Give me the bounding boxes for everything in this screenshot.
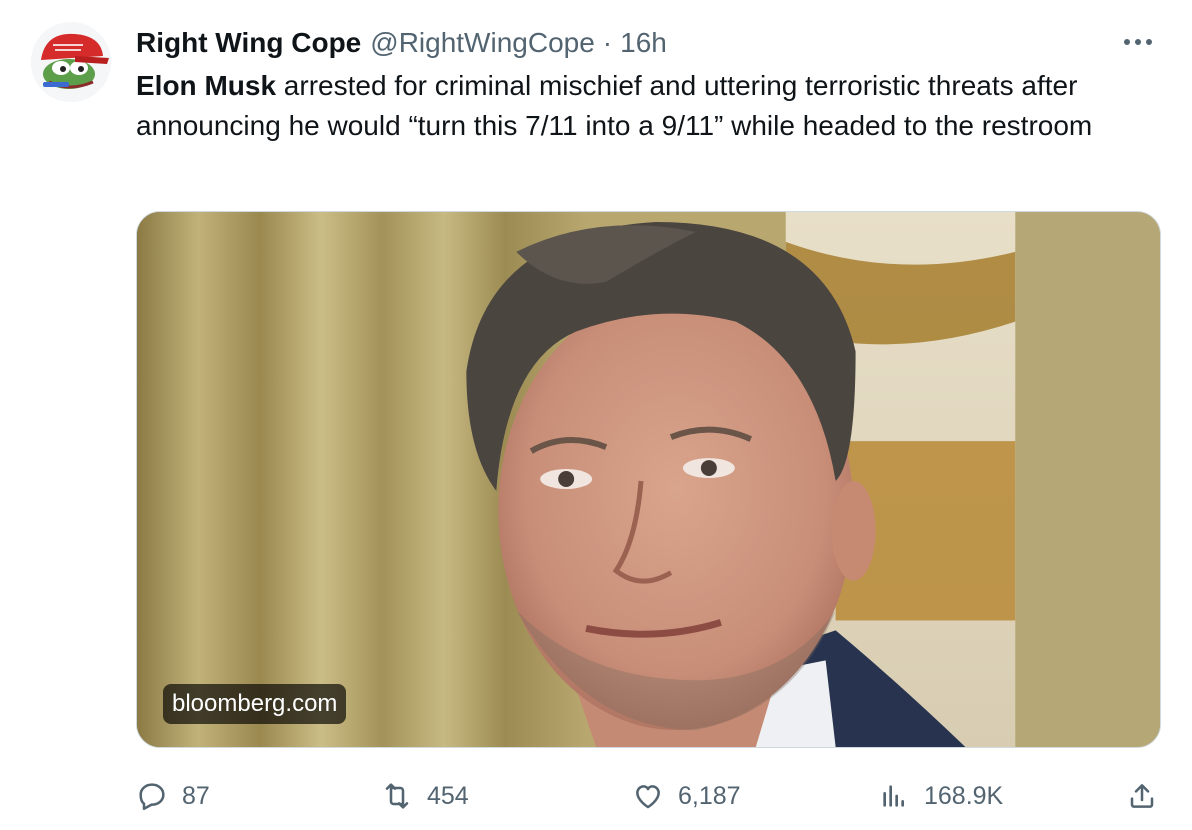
more-dot-icon [1146, 39, 1152, 45]
header-separator: · [602, 27, 613, 58]
reply-button[interactable]: 87 [136, 774, 210, 818]
repost-button[interactable]: 454 [381, 774, 469, 818]
views-button[interactable]: 168.9K [878, 774, 1003, 818]
share-button[interactable] [1126, 774, 1158, 818]
repost-count: 454 [427, 781, 469, 810]
like-count: 6,187 [678, 781, 741, 810]
frog-avatar-icon [31, 22, 111, 102]
views-count: 168.9K [924, 781, 1004, 810]
like-button[interactable]: 6,187 [632, 774, 741, 818]
tweet[interactable]: Right Wing Cope @RightWingCope · 16h Elo… [0, 0, 1192, 830]
media-source-label[interactable]: bloomberg.com [163, 684, 347, 724]
more-dot-icon [1124, 39, 1130, 45]
tweet-timestamp[interactable]: 16h [620, 26, 667, 60]
more-options-button[interactable] [1118, 28, 1158, 56]
tweet-media-card[interactable]: bloomberg.com [136, 211, 1161, 748]
share-upload-icon [1130, 784, 1154, 808]
reply-bubble-icon [139, 783, 165, 811]
tweet-text-bold: Elon Musk [136, 70, 277, 101]
author-avatar[interactable] [31, 22, 111, 102]
tweet-action-bar: 87 454 6,187 168.9K [136, 774, 1166, 818]
tweet-text: Elon Musk arrested for criminal mischief… [136, 66, 1156, 146]
portrait-photo [137, 212, 1160, 747]
tweet-text-body: arrested for criminal mischief and utter… [136, 70, 1093, 141]
more-dot-icon [1135, 39, 1141, 45]
tweet-header: Right Wing Cope @RightWingCope · 16h [136, 26, 667, 60]
author-handle[interactable]: @RightWingCope [370, 26, 595, 60]
heart-icon [636, 785, 660, 809]
reply-count: 87 [182, 781, 210, 810]
views-bar-chart-icon [883, 785, 904, 807]
repost-arrows-icon [385, 783, 409, 809]
author-display-name[interactable]: Right Wing Cope [136, 26, 361, 60]
